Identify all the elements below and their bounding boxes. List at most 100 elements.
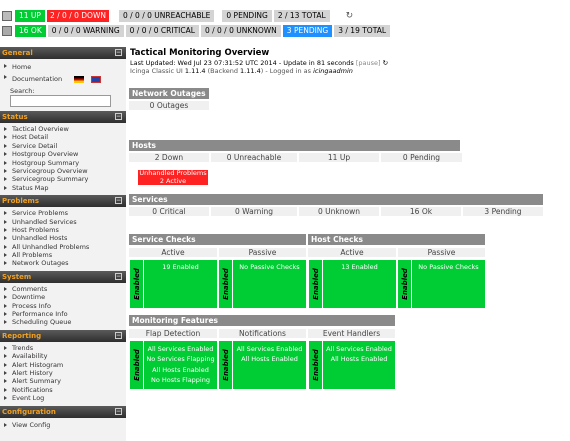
- outages-count[interactable]: 0 Outages: [129, 101, 209, 110]
- sidebar-item-all-problems[interactable]: All Problems: [0, 251, 126, 259]
- sidebar-item-comments[interactable]: Comments: [0, 285, 126, 293]
- german-flag-icon[interactable]: [74, 75, 85, 83]
- sidebar-item-unhandled-services[interactable]: Unhandled Services: [0, 218, 126, 226]
- sidebar-item-performance-info[interactable]: Performance Info: [0, 310, 126, 318]
- sidebar-item-alert-summary[interactable]: Alert Summary: [0, 377, 126, 385]
- sidebar-item-servicegroup-summary[interactable]: Servicegroup Summary: [0, 175, 126, 183]
- section-configuration[interactable]: Configuration −: [0, 405, 126, 418]
- sidebar-item-tactical-overview[interactable]: Tactical Overview: [0, 125, 126, 133]
- nav-documentation-label[interactable]: Documentation: [12, 75, 62, 83]
- hosts-up[interactable]: 11 UP: [15, 10, 45, 22]
- sidebar-item-hostgroup-summary[interactable]: Hostgroup Summary: [0, 159, 126, 167]
- service-icon: [2, 26, 12, 36]
- services-total[interactable]: 3 / 19 TOTAL: [334, 25, 391, 37]
- sidebar-item-all-unhandled-problems[interactable]: All Unhandled Problems: [0, 243, 126, 251]
- services-ok[interactable]: 16 OK: [15, 25, 46, 37]
- sidebar-item-host-detail[interactable]: Host Detail: [0, 133, 126, 141]
- service-status-row: 16 OK 0 / 0 / 0 WARNING 0 / 0 / 0 CRITIC…: [0, 24, 392, 38]
- flap-services-flapping[interactable]: No Services Flapping: [144, 354, 217, 364]
- sidebar-item-service-problems[interactable]: Service Problems: [0, 209, 126, 217]
- sidebar-item-host-problems[interactable]: Host Problems: [0, 226, 126, 234]
- event-services-enabled[interactable]: All Services Enabled: [323, 344, 395, 354]
- sidebar-item-alert-history[interactable]: Alert History: [0, 369, 126, 377]
- collapse-icon[interactable]: −: [115, 49, 122, 56]
- sidebar-item-status-map[interactable]: Status Map: [0, 184, 126, 192]
- pause-link[interactable]: [pause]: [356, 59, 381, 67]
- host-status-row: 11 UP 2 / 0 / 0 DOWN 0 / 0 / 0 UNREACHAB…: [0, 9, 353, 23]
- hosts-cell[interactable]: 2 Down: [129, 153, 209, 162]
- hosts-total[interactable]: 2 / 13 TOTAL: [273, 10, 330, 22]
- sidebar-item-event-log[interactable]: Event Log: [0, 394, 126, 402]
- flap-services-enabled[interactable]: All Services Enabled: [144, 344, 217, 354]
- hosts-cell[interactable]: 0 Unreachable: [211, 153, 297, 162]
- hosts-down-ack[interactable]: 0: [62, 11, 67, 20]
- notifications-col: Notifications: [219, 329, 306, 338]
- event-handlers-status[interactable]: All Services Enabled All Hosts Enabled: [323, 341, 395, 389]
- enabled-text: Enabled: [400, 268, 409, 300]
- sidebar-item-availability[interactable]: Availability: [0, 352, 126, 360]
- services-warning[interactable]: 0 / 0 / 0 WARNING: [47, 25, 124, 37]
- sidebar-item-unhandled-hosts[interactable]: Unhandled Hosts: [0, 234, 126, 242]
- services-pending[interactable]: 3 PENDING: [282, 25, 333, 37]
- sidebar-item-servicegroup-overview[interactable]: Servicegroup Overview: [0, 167, 126, 175]
- enabled-text: Enabled: [132, 268, 141, 300]
- hosts-unreachable[interactable]: 0 / 0 / 0 UNREACHABLE: [118, 10, 215, 22]
- sidebar-item-network-outages[interactable]: Network Outages: [0, 259, 126, 267]
- notif-hosts-enabled[interactable]: All Hosts Enabled: [233, 354, 306, 364]
- service-passive-checks[interactable]: No Passive Checks: [233, 260, 306, 308]
- sidebar-item-trends[interactable]: Trends: [0, 344, 126, 352]
- flap-hosts-enabled[interactable]: All Hosts Enabled: [144, 365, 217, 375]
- collapse-icon[interactable]: −: [115, 407, 122, 415]
- sidebar-item-process-info[interactable]: Process Info: [0, 302, 126, 310]
- hosts-pending[interactable]: 0 PENDING: [222, 10, 272, 22]
- uk-flag-icon[interactable]: [91, 75, 102, 83]
- services-critical[interactable]: 0 / 0 / 0 CRITICAL: [125, 25, 199, 37]
- services-cell[interactable]: 0 Unknown: [299, 207, 379, 216]
- services-cell[interactable]: 3 Pending: [463, 207, 543, 216]
- notifications-status[interactable]: All Services Enabled All Hosts Enabled: [233, 341, 306, 389]
- services-unknown[interactable]: 0 / 0 / 0 UNKNOWN: [200, 25, 281, 37]
- enabled-text: Enabled: [221, 268, 230, 300]
- collapse-icon[interactable]: −: [115, 331, 122, 339]
- sidebar-item-notifications[interactable]: Notifications: [0, 386, 126, 394]
- nav-home[interactable]: Home: [0, 62, 126, 73]
- hosts-down-unhandled[interactable]: 2: [50, 11, 55, 20]
- search-input[interactable]: [10, 95, 111, 107]
- collapse-icon[interactable]: −: [115, 272, 122, 280]
- flap-detection-status[interactable]: All Services Enabled No Services Flappin…: [144, 341, 217, 389]
- host-passive-checks[interactable]: No Passive Checks: [412, 260, 485, 308]
- page-title: Tactical Monitoring Overview: [130, 48, 270, 58]
- nav-documentation[interactable]: Documentation: [0, 73, 126, 86]
- refresh-icon[interactable]: ↻: [383, 59, 388, 67]
- sidebar-item-hostgroup-overview[interactable]: Hostgroup Overview: [0, 150, 126, 158]
- host-passive-enabled-label: Enabled: [398, 260, 411, 308]
- services-cell[interactable]: 0 Critical: [129, 207, 209, 216]
- hosts-cell[interactable]: 11 Up: [299, 153, 379, 162]
- refresh-icon[interactable]: ↻: [346, 11, 354, 21]
- event-hosts-enabled[interactable]: All Hosts Enabled: [323, 354, 395, 364]
- sidebar-item-view-config[interactable]: View Config: [0, 421, 126, 429]
- flap-hosts-flapping[interactable]: No Hosts Flapping: [144, 375, 217, 385]
- services-cell[interactable]: 16 Ok: [381, 207, 461, 216]
- hosts-down-total[interactable]: 0 DOWN: [74, 11, 106, 20]
- section-problems[interactable]: Problems −: [0, 195, 126, 208]
- unhandled-host-problems[interactable]: Unhandled Problems 2 Active: [138, 169, 208, 186]
- service-active-checks[interactable]: 19 Enabled: [144, 260, 217, 308]
- hosts-down[interactable]: 2 / 0 / 0 DOWN: [46, 10, 109, 22]
- sidebar-item-alert-histogram[interactable]: Alert Histogram: [0, 361, 126, 369]
- host-active-checks[interactable]: 13 Enabled: [323, 260, 396, 308]
- notif-services-enabled[interactable]: All Services Enabled: [233, 344, 306, 354]
- hosts-cell[interactable]: 0 Pending: [381, 153, 462, 162]
- hosts-header: Hosts: [129, 140, 460, 151]
- section-general[interactable]: General −: [0, 47, 126, 59]
- unhandled-active[interactable]: 2 Active: [138, 177, 208, 186]
- sidebar-item-scheduling-queue[interactable]: Scheduling Queue: [0, 318, 126, 326]
- services-cell[interactable]: 0 Warning: [211, 207, 297, 216]
- section-reporting[interactable]: Reporting −: [0, 329, 126, 342]
- section-system[interactable]: System −: [0, 270, 126, 283]
- collapse-icon[interactable]: −: [115, 197, 122, 205]
- sidebar-item-service-detail[interactable]: Service Detail: [0, 142, 126, 150]
- section-status[interactable]: Status −: [0, 111, 126, 123]
- sidebar-item-downtime[interactable]: Downtime: [0, 293, 126, 301]
- collapse-icon[interactable]: −: [115, 113, 122, 120]
